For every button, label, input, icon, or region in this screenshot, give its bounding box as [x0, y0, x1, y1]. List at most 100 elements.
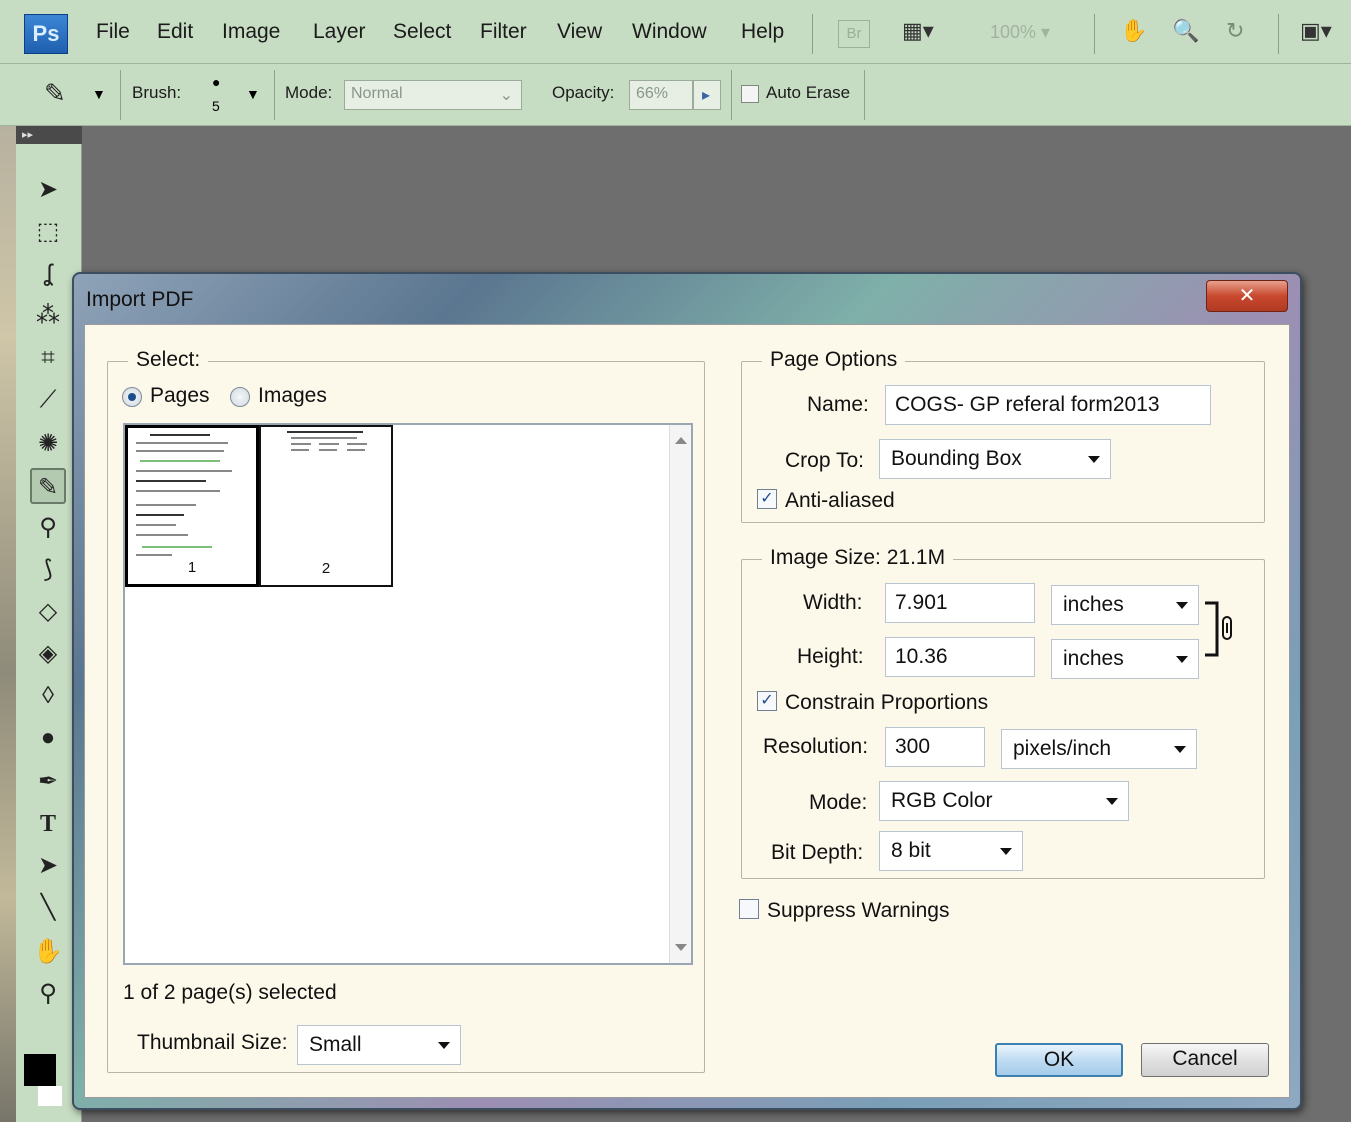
- thumb-text-line: [136, 470, 232, 472]
- select-legend: Select:: [128, 348, 209, 372]
- panel-collapse-icon[interactable]: ▸▸: [16, 126, 82, 144]
- color-mode-select[interactable]: RGB Color: [879, 781, 1129, 821]
- eraser-tool-icon[interactable]: ◇: [30, 594, 66, 630]
- page-thumbnail-1[interactable]: 1: [125, 425, 259, 587]
- rotate-view-icon[interactable]: ↻: [1226, 18, 1244, 44]
- arrange-documents-icon[interactable]: ▣▾: [1300, 18, 1332, 44]
- menu-view[interactable]: View: [557, 20, 602, 44]
- anti-aliased-label[interactable]: Anti-aliased: [785, 489, 895, 513]
- menu-image[interactable]: Image: [222, 20, 280, 44]
- menu-filter[interactable]: Filter: [480, 20, 527, 44]
- cancel-button[interactable]: Cancel: [1141, 1043, 1269, 1077]
- opacity-slider-button[interactable]: ▸: [693, 80, 721, 110]
- thumb-text-line: [291, 443, 311, 445]
- move-tool-icon[interactable]: ➤: [30, 172, 66, 208]
- thumb-text-line: [136, 534, 188, 536]
- menu-edit[interactable]: Edit: [157, 20, 193, 44]
- page-options-legend: Page Options: [762, 348, 906, 372]
- menu-select[interactable]: Select: [393, 20, 451, 44]
- pages-radio[interactable]: [122, 387, 142, 407]
- name-field[interactable]: COGS- GP referal form2013: [885, 385, 1211, 425]
- anti-aliased-checkbox[interactable]: ✓: [757, 489, 777, 509]
- blur-tool-icon[interactable]: ◊: [30, 678, 66, 714]
- crop-tool-icon[interactable]: ⌗: [30, 340, 66, 376]
- film-strip-icon[interactable]: ▦▾: [902, 18, 934, 44]
- thumb-text-line: [287, 431, 363, 433]
- history-brush-tool-icon[interactable]: ⟆: [30, 552, 66, 588]
- background-color-swatch[interactable]: [38, 1086, 62, 1106]
- marquee-tool-icon[interactable]: ⬚: [30, 214, 66, 250]
- desktop-background-strip: [0, 0, 16, 1122]
- zoom-tool-icon[interactable]: 🔍: [1172, 18, 1199, 44]
- type-tool-icon[interactable]: T: [30, 806, 66, 842]
- zoom-tool-icon[interactable]: ⚲: [30, 976, 66, 1012]
- chevron-down-icon[interactable]: ▼: [246, 86, 260, 102]
- chevron-down-icon[interactable]: ▼: [92, 86, 106, 102]
- pencil-tool-icon[interactable]: ✎: [30, 468, 66, 504]
- width-field[interactable]: 7.901: [885, 583, 1035, 623]
- thumbnail-size-select[interactable]: Small: [297, 1025, 461, 1065]
- page-thumbnail-2[interactable]: 2: [259, 425, 393, 587]
- images-radio-label[interactable]: Images: [258, 384, 327, 408]
- bridge-button[interactable]: Br: [838, 20, 870, 48]
- brush-dot-icon[interactable]: ●: [212, 74, 220, 90]
- scroll-down-icon[interactable]: [675, 944, 687, 951]
- constrain-proportions-label[interactable]: Constrain Proportions: [785, 691, 988, 715]
- resolution-unit-value: pixels/inch: [1013, 737, 1112, 760]
- thumb-text-line: [136, 480, 206, 482]
- pages-radio-label[interactable]: Pages: [150, 384, 210, 408]
- hand-tool-icon[interactable]: ✋: [1120, 18, 1147, 44]
- height-field[interactable]: 10.36: [885, 637, 1035, 677]
- resolution-label: Resolution:: [763, 735, 869, 758]
- path-selection-tool-icon[interactable]: ➤: [30, 848, 66, 884]
- clone-stamp-tool-icon[interactable]: ⚲: [30, 510, 66, 546]
- resolution-unit-select[interactable]: pixels/inch: [1001, 729, 1197, 769]
- menu-help[interactable]: Help: [741, 20, 784, 44]
- auto-erase-checkbox[interactable]: [741, 85, 759, 103]
- scroll-up-icon[interactable]: [675, 437, 687, 444]
- pencil-preset-icon[interactable]: ✎: [44, 78, 66, 109]
- thumb-text-line: [136, 450, 224, 452]
- zoom-level-dropdown[interactable]: 100% ▾: [990, 22, 1050, 43]
- photoshop-logo[interactable]: Ps: [24, 14, 68, 54]
- chevron-down-icon: [1000, 848, 1012, 855]
- ok-button[interactable]: OK: [995, 1043, 1123, 1077]
- height-label: Height:: [797, 645, 864, 668]
- lasso-tool-icon[interactable]: ʆ: [30, 256, 66, 292]
- pen-tool-icon[interactable]: ✒: [30, 764, 66, 800]
- crop-to-label: Crop To:: [785, 449, 864, 472]
- bit-depth-select[interactable]: 8 bit: [879, 831, 1023, 871]
- paint-bucket-tool-icon[interactable]: ◈: [30, 636, 66, 672]
- thumbnail-size-label: Thumbnail Size:: [137, 1031, 288, 1054]
- line-tool-icon[interactable]: ╲: [30, 890, 66, 926]
- constrain-proportions-checkbox[interactable]: ✓: [757, 691, 777, 711]
- menu-layer[interactable]: Layer: [313, 20, 366, 44]
- suppress-warnings-checkbox[interactable]: [739, 899, 759, 919]
- page-thumbnail-list[interactable]: 1 2: [123, 423, 693, 965]
- import-pdf-dialog: Import PDF ✕ Select: Pages Images 1 2 1 …: [72, 272, 1302, 1110]
- opacity-input[interactable]: 66%: [629, 80, 693, 110]
- options-separator: [120, 70, 121, 120]
- suppress-warnings-label[interactable]: Suppress Warnings: [767, 899, 949, 923]
- width-unit-select[interactable]: inches: [1051, 585, 1199, 625]
- selection-status: 1 of 2 page(s) selected: [123, 981, 337, 1004]
- resolution-field[interactable]: 300: [885, 727, 985, 767]
- menu-window[interactable]: Window: [632, 20, 707, 44]
- dodge-tool-icon[interactable]: ●: [30, 720, 66, 756]
- blend-mode-select[interactable]: Normal ⌄: [344, 80, 522, 110]
- close-button[interactable]: ✕: [1206, 280, 1288, 312]
- images-radio[interactable]: [230, 387, 250, 407]
- crop-to-select[interactable]: Bounding Box: [879, 439, 1111, 479]
- thumbnail-scrollbar[interactable]: [669, 425, 691, 963]
- auto-erase-label: Auto Erase: [766, 83, 851, 102]
- healing-brush-tool-icon[interactable]: ✺: [30, 426, 66, 462]
- page-number-1: 1: [187, 559, 197, 576]
- hand-tool-icon[interactable]: ✋: [30, 934, 66, 970]
- link-proportions-icon: [1205, 601, 1232, 657]
- eyedropper-tool-icon[interactable]: ⟋: [30, 382, 66, 418]
- magic-wand-tool-icon[interactable]: ⁂: [30, 298, 66, 334]
- foreground-color-swatch[interactable]: [24, 1054, 56, 1086]
- height-unit-select[interactable]: inches: [1051, 639, 1199, 679]
- thumb-text-line: [136, 554, 172, 556]
- menu-file[interactable]: File: [96, 20, 130, 44]
